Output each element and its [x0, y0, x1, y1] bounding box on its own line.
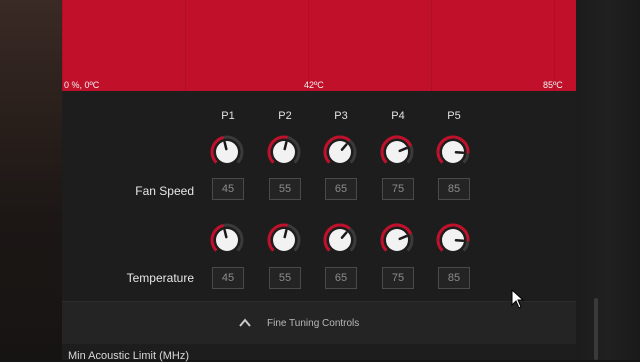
graph-axis-mid-label: 42ºC: [304, 80, 324, 90]
fan-speed-knob-p3[interactable]: [322, 134, 358, 170]
temperature-input-p5[interactable]: 85: [438, 267, 470, 289]
fan-tuning-panel: 0 %, 0ºC 42ºC 85ºC P1 P2 P3 P4 P5 Fan Sp…: [62, 0, 576, 362]
graph-axis-max-label: 85ºC: [543, 80, 563, 90]
fine-tuning-controls-label: Fine Tuning Controls: [267, 318, 360, 329]
mouse-pointer-icon: [511, 289, 525, 309]
temperature-input-p4[interactable]: 75: [382, 267, 414, 289]
temperature-input-p1[interactable]: 45: [212, 267, 244, 289]
temperature-knob-p2[interactable]: [266, 222, 302, 258]
background-left: [0, 0, 62, 360]
fan-curve-graph[interactable]: 0 %, 0ºC 42ºC 85ºC: [62, 0, 576, 91]
graph-grid: [62, 0, 576, 91]
temperature-knob-p3[interactable]: [322, 222, 358, 258]
column-header-p2: P2: [278, 110, 292, 122]
temperature-knob-p5[interactable]: [435, 222, 471, 258]
temperature-knob-p4[interactable]: [379, 222, 415, 258]
temperature-input-p3[interactable]: 65: [325, 267, 357, 289]
fine-tuning-controls-toggle[interactable]: Fine Tuning Controls: [62, 302, 576, 344]
temperature-label: Temperature: [126, 271, 194, 285]
temperature-knob-p1[interactable]: [209, 222, 245, 258]
fan-speed-input-p4[interactable]: 75: [382, 178, 414, 200]
graph-axis-min-label: 0 %, 0ºC: [64, 80, 100, 90]
fan-speed-knob-p4[interactable]: [379, 134, 415, 170]
fan-speed-input-p3[interactable]: 65: [325, 178, 357, 200]
scrollbar[interactable]: [594, 298, 598, 360]
fan-speed-knob-p2[interactable]: [266, 134, 302, 170]
min-acoustic-limit-label: Min Acoustic Limit (MHz): [68, 350, 190, 362]
fan-speed-knob-p5[interactable]: [435, 134, 471, 170]
column-header-p3: P3: [334, 110, 348, 122]
temperature-input-p2[interactable]: 55: [269, 267, 301, 289]
fan-speed-input-p5[interactable]: 85: [438, 178, 470, 200]
fan-speed-input-p2[interactable]: 55: [269, 178, 301, 200]
column-header-p4: P4: [391, 110, 405, 122]
fan-speed-input-p1[interactable]: 45: [212, 178, 244, 200]
fan-speed-knob-p1[interactable]: [209, 134, 245, 170]
fan-speed-label: Fan Speed: [135, 184, 194, 198]
column-header-p5: P5: [447, 110, 461, 122]
background-right: [576, 0, 640, 360]
column-header-p1: P1: [221, 110, 235, 122]
chevron-up-icon: [239, 318, 251, 327]
